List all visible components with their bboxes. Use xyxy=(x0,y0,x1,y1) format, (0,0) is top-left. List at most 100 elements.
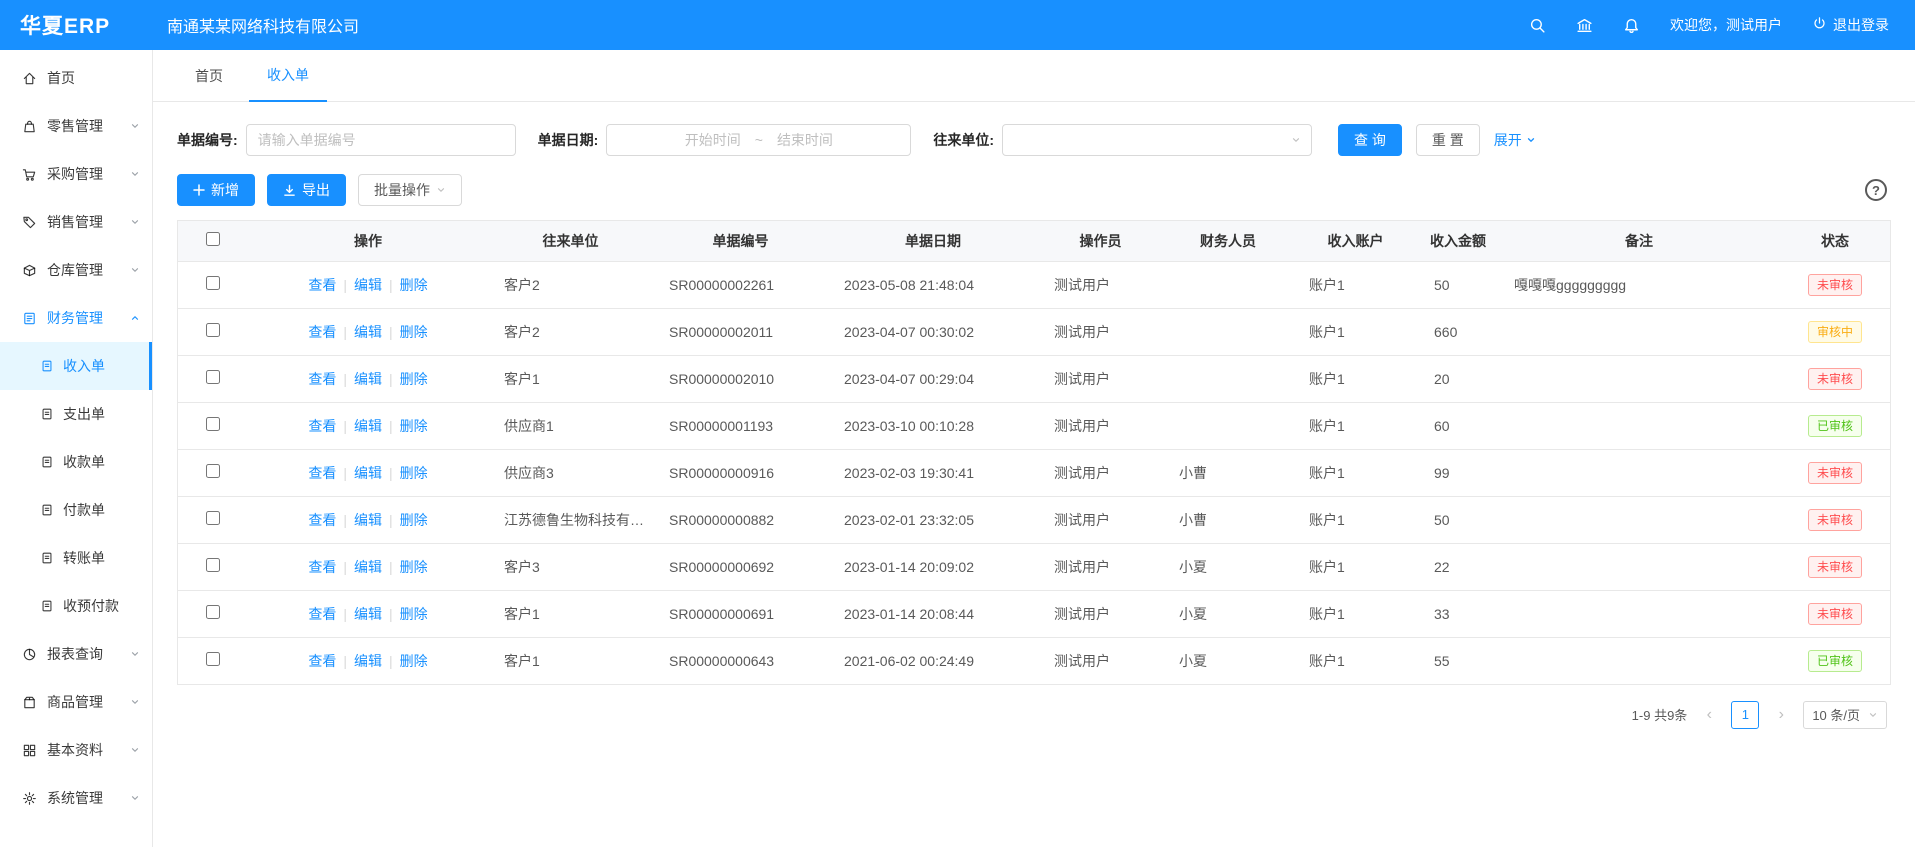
income-table: 操作 往来单位 单据编号 单据日期 操作员 财务人员 收入账户 收入金额 备注 … xyxy=(177,220,1891,685)
view-link[interactable]: 查看 xyxy=(308,465,336,481)
date-range-picker[interactable]: 开始时间 ~ 结束时间 xyxy=(606,124,911,156)
sidebar-item-goods[interactable]: 商品管理 xyxy=(0,678,152,726)
current-page-button[interactable]: 1 xyxy=(1731,701,1759,729)
sidebar-item-receipt-bill[interactable]: 收款单 xyxy=(0,438,152,486)
row-checkbox[interactable] xyxy=(206,323,220,337)
delete-link[interactable]: 删除 xyxy=(400,559,428,575)
edit-link[interactable]: 编辑 xyxy=(354,512,382,528)
delete-link[interactable]: 删除 xyxy=(400,371,428,387)
export-button[interactable]: 导出 xyxy=(267,174,346,206)
cell-date: 2023-03-10 00:10:28 xyxy=(828,402,1038,449)
sidebar-item-home[interactable]: 首页 xyxy=(0,54,152,102)
view-link[interactable]: 查看 xyxy=(308,606,336,622)
table-row: 查看|编辑|删除供应商3SR000000009162023-02-03 19:3… xyxy=(178,449,1890,496)
cell-operator: 测试用户 xyxy=(1038,402,1163,449)
report-icon xyxy=(22,647,37,662)
view-link[interactable]: 查看 xyxy=(308,371,336,387)
sidebar-item-transfer-bill[interactable]: 转账单 xyxy=(0,534,152,582)
bill-no-input[interactable] xyxy=(246,124,516,156)
partner-select[interactable] xyxy=(1002,124,1312,156)
expand-link[interactable]: 展开 xyxy=(1494,130,1536,150)
edit-link[interactable]: 编辑 xyxy=(354,465,382,481)
cell-bill-no: SR00000002261 xyxy=(653,261,828,308)
row-checkbox[interactable] xyxy=(206,558,220,572)
view-link[interactable]: 查看 xyxy=(308,653,336,669)
row-checkbox[interactable] xyxy=(206,652,220,666)
cell-amount: 50 xyxy=(1418,496,1498,543)
edit-link[interactable]: 编辑 xyxy=(354,418,382,434)
edit-link[interactable]: 编辑 xyxy=(354,559,382,575)
delete-link[interactable]: 删除 xyxy=(400,512,428,528)
edit-link[interactable]: 编辑 xyxy=(354,653,382,669)
row-checkbox[interactable] xyxy=(206,276,220,290)
status-badge: 未审核 xyxy=(1808,462,1862,484)
sidebar-item-purchase[interactable]: 采购管理 xyxy=(0,150,152,198)
view-link[interactable]: 查看 xyxy=(308,418,336,434)
view-link[interactable]: 查看 xyxy=(308,324,336,340)
delete-link[interactable]: 删除 xyxy=(400,465,428,481)
delete-link[interactable]: 删除 xyxy=(400,653,428,669)
row-checkbox[interactable] xyxy=(206,511,220,525)
cell-date: 2023-01-14 20:08:44 xyxy=(828,590,1038,637)
bill-no-label: 单据编号: xyxy=(177,130,238,150)
edit-link[interactable]: 编辑 xyxy=(354,371,382,387)
sidebar-item-income-bill[interactable]: 收入单 xyxy=(0,342,152,390)
bank-icon[interactable] xyxy=(1576,17,1593,34)
action-separator: | xyxy=(389,277,393,293)
sidebar-item-system[interactable]: 系统管理 xyxy=(0,774,152,822)
bell-icon[interactable] xyxy=(1623,17,1640,34)
edit-link[interactable]: 编辑 xyxy=(354,324,382,340)
cell-operator: 测试用户 xyxy=(1038,261,1163,308)
sidebar-item-prepaid-bill[interactable]: 收预付款 xyxy=(0,582,152,630)
sidebar-item-basic[interactable]: 基本资料 xyxy=(0,726,152,774)
prev-page-button[interactable]: ‹ xyxy=(1697,701,1721,729)
logout-button[interactable]: 退出登录 xyxy=(1812,15,1889,35)
action-separator: | xyxy=(343,606,347,622)
edit-link[interactable]: 编辑 xyxy=(354,606,382,622)
search-icon[interactable] xyxy=(1529,17,1546,34)
cell-bill-no: SR00000000691 xyxy=(653,590,828,637)
sidebar-item-payment-bill[interactable]: 付款单 xyxy=(0,486,152,534)
delete-link[interactable]: 删除 xyxy=(400,324,428,340)
delete-link[interactable]: 删除 xyxy=(400,418,428,434)
system-icon xyxy=(22,791,37,806)
tab-home[interactable]: 首页 xyxy=(177,50,241,102)
add-button[interactable]: 新增 xyxy=(177,174,255,206)
row-checkbox[interactable] xyxy=(206,605,220,619)
sidebar-item-sales[interactable]: 销售管理 xyxy=(0,198,152,246)
column-header-remark: 备注 xyxy=(1498,221,1780,261)
search-button[interactable]: 查 询 xyxy=(1338,124,1402,156)
row-checkbox[interactable] xyxy=(206,417,220,431)
reset-button[interactable]: 重 置 xyxy=(1416,124,1480,156)
next-page-button[interactable]: › xyxy=(1769,701,1793,729)
sidebar-item-retail[interactable]: 零售管理 xyxy=(0,102,152,150)
sidebar-item-warehouse[interactable]: 仓库管理 xyxy=(0,246,152,294)
action-separator: | xyxy=(343,324,347,340)
cell-remark xyxy=(1498,590,1780,637)
tab-income[interactable]: 收入单 xyxy=(249,50,327,102)
edit-link[interactable]: 编辑 xyxy=(354,277,382,293)
sidebar-item-finance[interactable]: 财务管理 xyxy=(0,294,152,342)
batch-operations-button[interactable]: 批量操作 xyxy=(358,174,462,206)
cell-operator: 测试用户 xyxy=(1038,590,1163,637)
sidebar-item-report[interactable]: 报表查询 xyxy=(0,630,152,678)
view-link[interactable]: 查看 xyxy=(308,559,336,575)
sidebar-item-expense-bill[interactable]: 支出单 xyxy=(0,390,152,438)
cell-bill-no: SR00000002010 xyxy=(653,355,828,402)
select-all-checkbox[interactable] xyxy=(206,232,220,246)
delete-link[interactable]: 删除 xyxy=(400,277,428,293)
cell-bill-no: SR00000000882 xyxy=(653,496,828,543)
row-checkbox[interactable] xyxy=(206,370,220,384)
help-icon[interactable]: ? xyxy=(1865,179,1887,201)
action-separator: | xyxy=(343,465,347,481)
view-link[interactable]: 查看 xyxy=(308,512,336,528)
row-checkbox[interactable] xyxy=(206,464,220,478)
delete-link[interactable]: 删除 xyxy=(400,606,428,622)
page-size-select[interactable]: 10 条/页 xyxy=(1803,701,1887,729)
batch-button-label: 批量操作 xyxy=(374,180,430,200)
date-end-placeholder: 结束时间 xyxy=(777,130,833,150)
column-header-bill-no: 单据编号 xyxy=(653,221,828,261)
cell-amount: 20 xyxy=(1418,355,1498,402)
view-link[interactable]: 查看 xyxy=(308,277,336,293)
status-badge: 未审核 xyxy=(1808,603,1862,625)
